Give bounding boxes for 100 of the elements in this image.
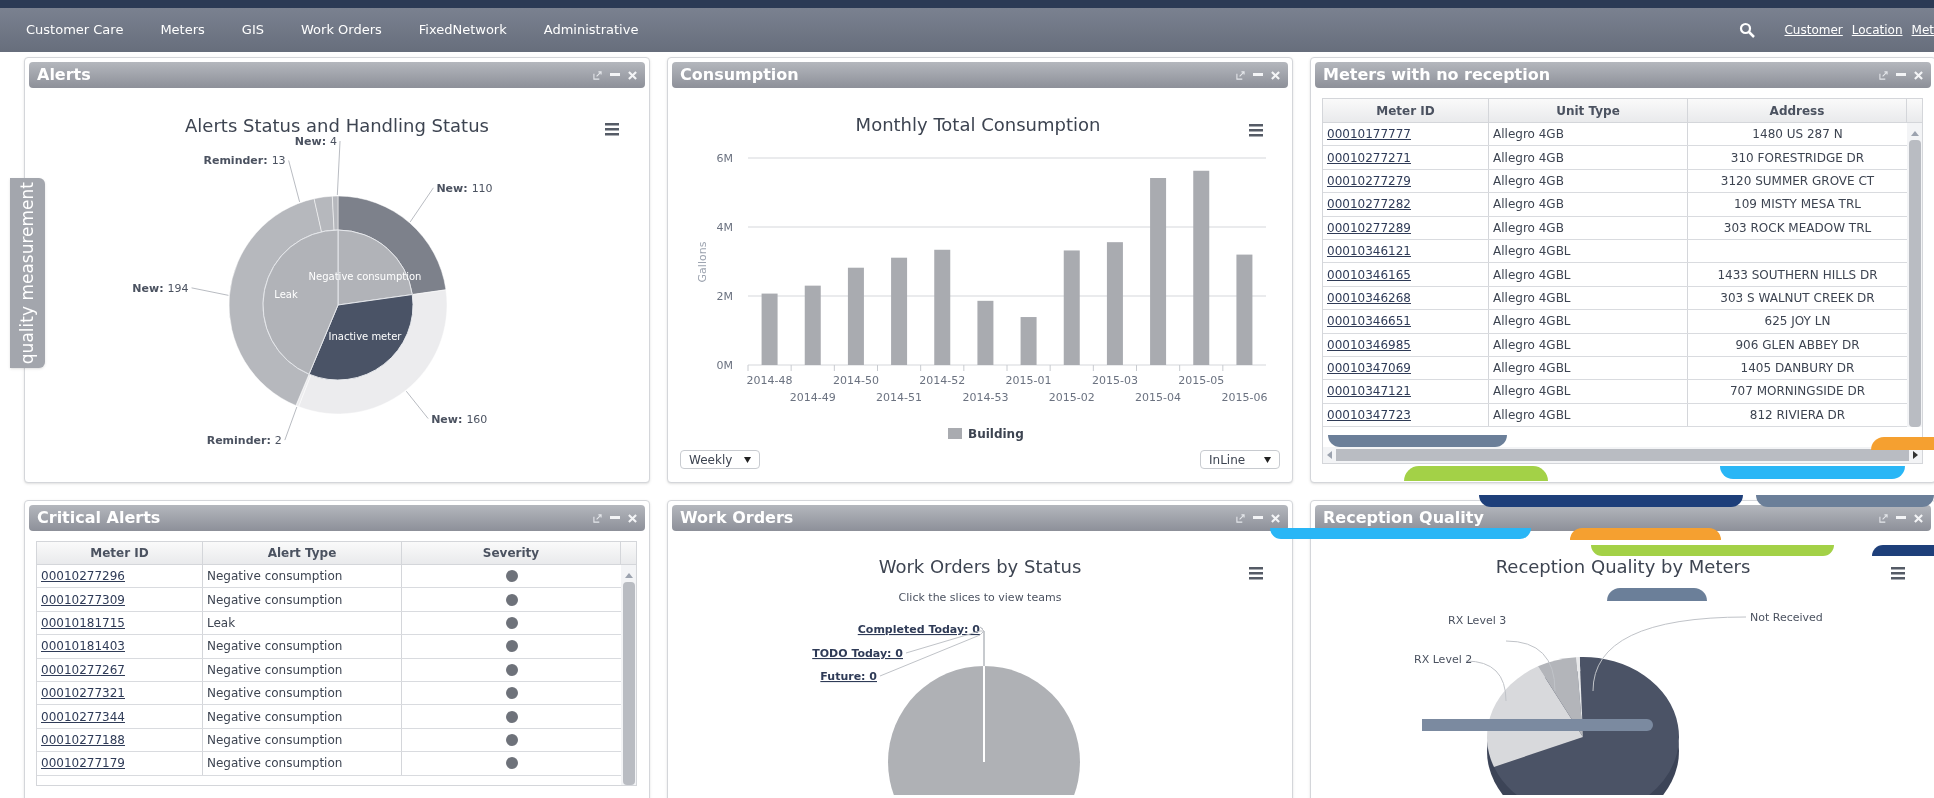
bar[interactable] xyxy=(847,267,864,365)
popout-icon[interactable] xyxy=(593,70,602,80)
menu-icon[interactable] xyxy=(1891,567,1905,580)
horizontal-scrollbar[interactable] xyxy=(1323,447,1922,464)
nav-item[interactable]: GIS xyxy=(241,20,264,40)
caret-icon xyxy=(744,456,751,463)
bar[interactable] xyxy=(1193,170,1210,365)
minimize-icon[interactable] xyxy=(610,73,620,77)
popout-icon[interactable] xyxy=(1236,70,1245,80)
meter-link[interactable]: 00010347121 xyxy=(1327,382,1411,401)
menu-icon[interactable] xyxy=(1249,124,1263,137)
scrollbar-thumb[interactable] xyxy=(1908,140,1921,427)
meter-link[interactable]: 00010277296 xyxy=(41,567,125,586)
minimize-icon[interactable] xyxy=(610,516,620,520)
nav-item[interactable]: Customer Care xyxy=(26,20,124,40)
leader-line xyxy=(284,406,298,441)
popout-icon[interactable] xyxy=(1879,513,1888,523)
leader-line xyxy=(336,140,341,196)
slice-link[interactable]: Future: 0 xyxy=(820,670,877,683)
close-icon[interactable] xyxy=(1914,513,1923,523)
minimize-icon[interactable] xyxy=(1253,516,1263,520)
dropdown[interactable]: InLine xyxy=(1200,450,1280,469)
search-icon[interactable] xyxy=(1739,22,1756,38)
popout-icon[interactable] xyxy=(1879,70,1888,80)
popout-icon[interactable] xyxy=(593,513,602,523)
scrollbar[interactable] xyxy=(621,565,636,785)
scrollbar-thumb[interactable] xyxy=(1336,449,1909,462)
table-cell: Allegro 4GBL xyxy=(1489,286,1688,310)
axis-label: 2015-06 xyxy=(1221,391,1268,404)
close-icon[interactable] xyxy=(1271,70,1280,80)
slice-link[interactable]: Completed Today: 0 xyxy=(857,623,980,636)
close-icon[interactable] xyxy=(628,70,637,80)
meter-link[interactable]: 00010177777 xyxy=(1327,125,1411,144)
minimize-icon[interactable] xyxy=(1896,73,1906,77)
nav-item[interactable]: Administrative xyxy=(543,20,639,40)
popout-icon[interactable] xyxy=(1236,513,1245,523)
meter-link[interactable]: 00010181403 xyxy=(41,637,125,656)
bar[interactable] xyxy=(1106,242,1123,365)
meter-link[interactable]: 00010277309 xyxy=(41,590,125,609)
meter-link[interactable]: 00010277344 xyxy=(41,707,125,726)
meter-link[interactable]: 00010277279 xyxy=(1327,171,1411,190)
meter-link[interactable]: 00010277321 xyxy=(41,684,125,703)
close-icon[interactable] xyxy=(628,513,637,523)
minimize-icon[interactable] xyxy=(1253,73,1263,77)
dropdown[interactable]: Weekly xyxy=(680,450,760,469)
legend-label: Building xyxy=(968,427,1024,441)
scrollbar[interactable] xyxy=(1907,123,1922,427)
meter-link[interactable]: 00010346651 xyxy=(1327,312,1411,331)
menu-icon[interactable] xyxy=(605,123,619,136)
bar[interactable] xyxy=(761,293,778,365)
bar[interactable] xyxy=(804,285,821,365)
axis-label: 2014-52 xyxy=(919,374,966,387)
meter-link[interactable]: 00010347069 xyxy=(1327,359,1411,378)
meter-link[interactable]: 00010346165 xyxy=(1327,265,1411,284)
column-header[interactable]: Unit Type xyxy=(1489,99,1688,122)
nav-link[interactable]: Met xyxy=(1911,21,1934,39)
close-icon[interactable] xyxy=(1271,513,1280,523)
bar[interactable] xyxy=(1236,254,1253,365)
scroll-up-icon[interactable] xyxy=(1910,131,1919,136)
close-icon[interactable] xyxy=(1914,70,1923,80)
nav-link[interactable]: Customer xyxy=(1784,21,1843,39)
meter-link[interactable]: 00010277289 xyxy=(1327,218,1411,237)
nav-item[interactable]: Meters xyxy=(160,20,205,40)
data-label: New: 4 xyxy=(294,135,338,148)
meter-link[interactable]: 00010346121 xyxy=(1327,242,1411,261)
nav-item[interactable]: FixedNetwork xyxy=(418,20,507,40)
meter-link[interactable]: 00010277179 xyxy=(41,754,125,773)
nav-item[interactable]: Work Orders xyxy=(301,20,382,40)
scroll-right-icon[interactable] xyxy=(1913,451,1918,460)
minimize-icon[interactable] xyxy=(1896,516,1906,520)
meter-link[interactable]: 00010277282 xyxy=(1327,195,1411,214)
bar[interactable] xyxy=(1020,317,1037,365)
bar[interactable] xyxy=(1150,178,1167,365)
nav-link[interactable]: Location xyxy=(1851,21,1903,39)
donut-slice[interactable] xyxy=(298,289,448,415)
bar[interactable] xyxy=(977,300,994,365)
meter-link[interactable]: 00010181715 xyxy=(41,613,125,632)
bar[interactable] xyxy=(1063,250,1080,365)
pie-slice[interactable] xyxy=(308,294,414,381)
meter-link[interactable]: 00010277188 xyxy=(41,730,125,749)
meter-link[interactable]: 00010346985 xyxy=(1327,335,1411,354)
column-header[interactable]: Meter ID xyxy=(1323,99,1489,122)
axis-title: Gallons xyxy=(696,241,709,283)
meter-link[interactable]: 00010347723 xyxy=(1327,405,1411,424)
pie-chart[interactable] xyxy=(1487,657,1679,795)
column-header[interactable]: Severity xyxy=(402,542,621,564)
slice-link[interactable]: TODO Today: 0 xyxy=(812,647,903,660)
menu-icon[interactable] xyxy=(1249,567,1263,580)
column-header[interactable]: Alert Type xyxy=(203,542,402,564)
meter-link[interactable]: 00010277267 xyxy=(41,660,125,679)
scrollbar-thumb[interactable] xyxy=(622,582,635,785)
bar[interactable] xyxy=(934,249,951,365)
meter-link[interactable]: 00010277271 xyxy=(1327,148,1411,167)
scroll-up-icon[interactable] xyxy=(624,573,633,578)
scroll-left-icon[interactable] xyxy=(1327,451,1332,460)
meter-link[interactable]: 00010346268 xyxy=(1327,288,1411,307)
chart-title: Monthly Total Consumption xyxy=(855,114,1101,135)
bar[interactable] xyxy=(891,257,908,365)
column-header[interactable]: Meter ID xyxy=(37,542,203,564)
column-header[interactable]: Address xyxy=(1688,99,1907,122)
